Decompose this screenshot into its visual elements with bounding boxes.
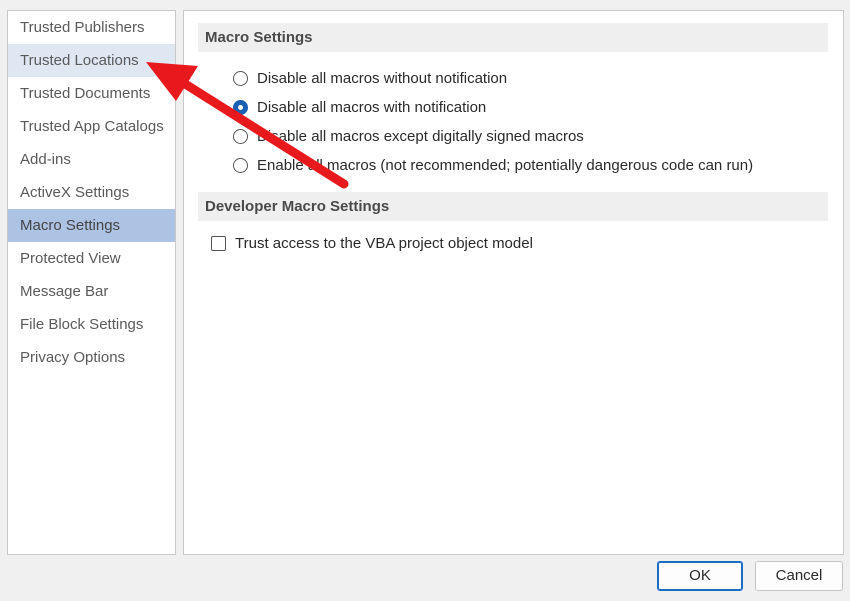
sidebar-item-file-block-settings[interactable]: File Block Settings — [8, 308, 175, 341]
radio-disable-with-notification[interactable]: Disable all macros with notification — [233, 96, 486, 118]
trust-vba-checkbox[interactable] — [211, 235, 226, 251]
developer-macro-settings-header: Developer Macro Settings — [198, 192, 828, 221]
radio-label: Disable all macros with notification — [257, 98, 487, 116]
macro-settings-header: Macro Settings — [198, 23, 828, 52]
sidebar-item-macro-settings[interactable]: Macro Settings — [8, 209, 175, 242]
sidebar-item-add-ins[interactable]: Add-ins — [8, 143, 175, 176]
radio-button[interactable] — [233, 128, 248, 144]
sidebar-item-trusted-documents[interactable]: Trusted Documents — [8, 77, 175, 110]
radio-button[interactable] — [233, 157, 248, 173]
trust-center-sidebar: Trusted Publishers Trusted Locations Tru… — [7, 10, 176, 555]
radio-button[interactable] — [233, 70, 248, 86]
sidebar-item-trusted-locations[interactable]: Trusted Locations — [8, 44, 175, 77]
radio-label: Enable all macros (not recommended; pote… — [257, 156, 754, 174]
radio-button-selected[interactable] — [233, 99, 248, 115]
trust-vba-label: Trust access to the VBA project object m… — [235, 234, 533, 252]
ok-button[interactable]: OK — [657, 561, 743, 591]
sidebar-item-protected-view[interactable]: Protected View — [8, 242, 175, 275]
sidebar-item-trusted-app-catalogs[interactable]: Trusted App Catalogs — [8, 110, 175, 143]
settings-panel: Macro Settings Disable all macros withou… — [183, 10, 844, 555]
sidebar-item-message-bar[interactable]: Message Bar — [8, 275, 175, 308]
radio-label: Disable all macros except digitally sign… — [257, 127, 584, 145]
radio-label: Disable all macros without notification — [257, 69, 508, 87]
sidebar-item-activex-settings[interactable]: ActiveX Settings — [8, 176, 175, 209]
radio-disable-except-signed[interactable]: Disable all macros except digitally sign… — [233, 125, 584, 147]
radio-enable-all[interactable]: Enable all macros (not recommended; pote… — [233, 154, 753, 176]
trust-vba-access-option[interactable]: Trust access to the VBA project object m… — [211, 232, 533, 254]
sidebar-item-privacy-options[interactable]: Privacy Options — [8, 341, 175, 374]
sidebar-item-trusted-publishers[interactable]: Trusted Publishers — [8, 11, 175, 44]
cancel-button[interactable]: Cancel — [755, 561, 843, 591]
radio-disable-without-notification[interactable]: Disable all macros without notification — [233, 67, 507, 89]
